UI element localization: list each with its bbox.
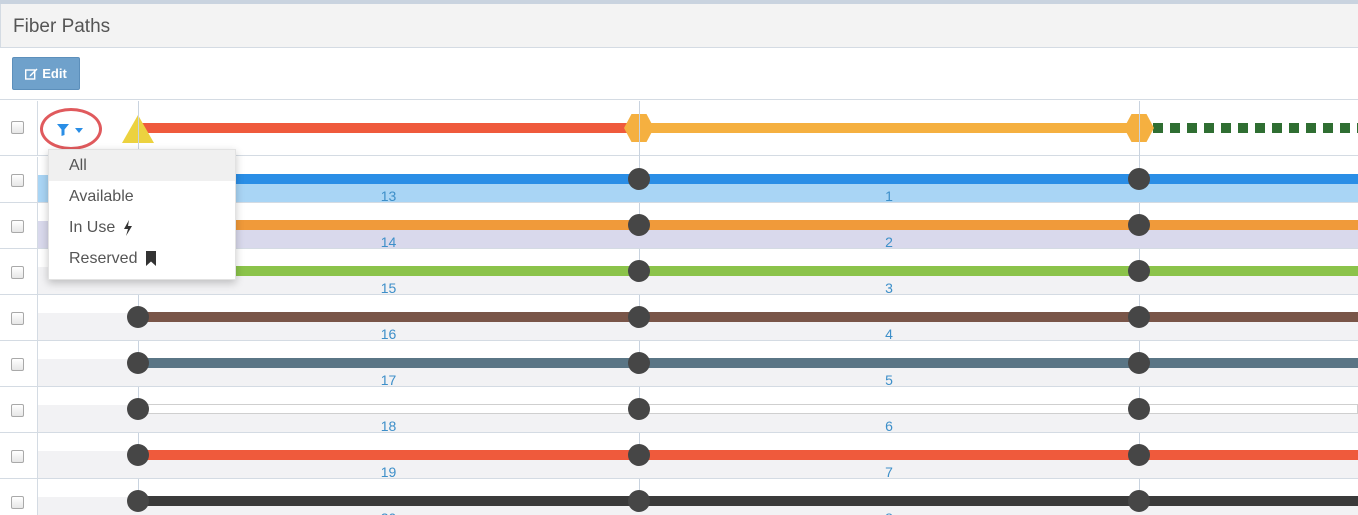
fiber-strand[interactable] [236, 266, 1358, 276]
checkbox-cell [0, 203, 38, 248]
fiber-number[interactable]: 19 [381, 464, 397, 480]
row-checkbox[interactable] [11, 174, 24, 187]
filter-menu: All Available In Use Reserved [48, 149, 236, 280]
fiber-number[interactable]: 2 [885, 234, 893, 250]
path-segment-dashed [1153, 123, 1358, 133]
splice-node[interactable] [1128, 352, 1150, 374]
checkbox-cell [0, 479, 38, 515]
fiber-row: 16 4 [0, 295, 1358, 342]
row-checkbox[interactable] [11, 404, 24, 417]
fiber-number[interactable]: 20 [381, 510, 397, 515]
row-checkbox[interactable] [11, 220, 24, 233]
path-segment [138, 123, 639, 133]
filter-option-label: In Use [69, 219, 116, 236]
fiber-row: 17 5 [0, 341, 1358, 388]
fiber-strand[interactable] [236, 220, 1358, 230]
splice-node[interactable] [127, 444, 149, 466]
fiber-number[interactable]: 18 [381, 418, 397, 434]
panel-header: Fiber Paths [0, 4, 1358, 48]
splice-node[interactable] [628, 490, 650, 512]
splice-node[interactable] [628, 168, 650, 190]
filter-dropdown-button[interactable] [40, 108, 102, 150]
splice-node[interactable] [127, 306, 149, 328]
splice-node[interactable] [1128, 168, 1150, 190]
splice-node[interactable] [1128, 260, 1150, 282]
fiber-number[interactable]: 14 [381, 234, 397, 250]
filter-option-label: Reserved [69, 250, 138, 267]
splice-node[interactable] [1128, 398, 1150, 420]
fiber-number[interactable]: 7 [885, 464, 893, 480]
splice-node[interactable] [628, 444, 650, 466]
checkbox-cell [0, 101, 38, 155]
filter-option-in-use[interactable]: In Use [49, 212, 235, 243]
splice-node[interactable] [127, 398, 149, 420]
fiber-strand[interactable] [138, 358, 1358, 368]
splice-node[interactable] [127, 352, 149, 374]
fiber-number[interactable]: 3 [885, 280, 893, 296]
fiber-number[interactable]: 17 [381, 372, 397, 388]
bookmark-icon [146, 251, 157, 266]
fiber-number[interactable]: 16 [381, 326, 397, 342]
checkbox-cell [0, 387, 38, 432]
splice-node[interactable] [127, 490, 149, 512]
filter-option-reserved[interactable]: Reserved [49, 243, 235, 274]
fiber-row: 19 7 [0, 433, 1358, 480]
checkbox-cell [0, 341, 38, 386]
checkbox-cell [0, 295, 38, 340]
caret-down-icon [75, 128, 83, 133]
row-checkbox[interactable] [11, 450, 24, 463]
fiber-strand[interactable] [138, 450, 1358, 460]
edit-icon [25, 68, 38, 80]
splice-node[interactable] [1128, 490, 1150, 512]
checkbox-cell [0, 433, 38, 478]
fiber-strand[interactable] [138, 404, 1358, 414]
checkbox-cell [0, 157, 38, 202]
splice-node[interactable] [1128, 444, 1150, 466]
toolbar: Edit [0, 48, 1358, 100]
filter-icon [57, 124, 83, 136]
fiber-number[interactable]: 4 [885, 326, 893, 342]
lightning-icon [124, 219, 133, 236]
splice-node[interactable] [1128, 306, 1150, 328]
edit-button-label: Edit [42, 66, 67, 81]
fiber-strand[interactable] [138, 312, 1358, 322]
fiber-number[interactable]: 13 [381, 188, 397, 204]
filter-option-label: All [69, 157, 87, 174]
splice-node[interactable] [628, 352, 650, 374]
path-segment [639, 123, 1139, 133]
splice-node[interactable] [628, 260, 650, 282]
splice-node[interactable] [628, 398, 650, 420]
row-checkbox[interactable] [11, 266, 24, 279]
filter-option-available[interactable]: Available [49, 181, 235, 212]
splice-node[interactable] [1128, 214, 1150, 236]
splice-node[interactable] [628, 214, 650, 236]
fiber-number[interactable]: 1 [885, 188, 893, 204]
filter-option-all[interactable]: All [49, 150, 235, 181]
fiber-strand[interactable] [236, 174, 1358, 184]
fiber-row: 20 8 [0, 479, 1358, 515]
fiber-number[interactable]: 15 [381, 280, 397, 296]
checkbox-cell [0, 249, 38, 294]
fiber-number[interactable]: 6 [885, 418, 893, 434]
row-checkbox[interactable] [11, 358, 24, 371]
select-all-checkbox[interactable] [11, 121, 24, 134]
row-checkbox[interactable] [11, 312, 24, 325]
page-title: Fiber Paths [13, 16, 111, 37]
fiber-number[interactable]: 5 [885, 372, 893, 388]
fiber-number[interactable]: 8 [885, 510, 893, 515]
fiber-strand[interactable] [138, 496, 1358, 506]
row-checkbox[interactable] [11, 496, 24, 509]
filter-option-label: Available [69, 188, 134, 205]
path-header-row [0, 101, 1358, 156]
edit-button[interactable]: Edit [12, 57, 80, 90]
fiber-row: 18 6 [0, 387, 1358, 434]
splice-node[interactable] [628, 306, 650, 328]
